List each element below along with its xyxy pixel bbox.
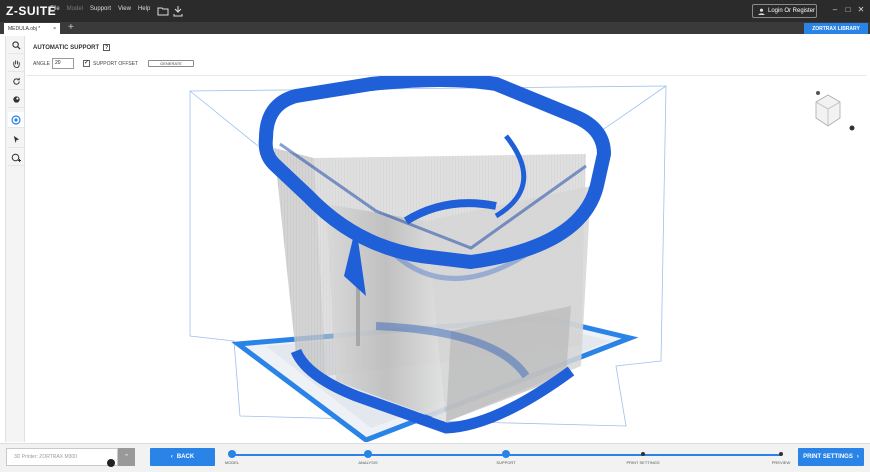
menu-file[interactable]: File bbox=[50, 6, 60, 12]
step-print-settings[interactable] bbox=[641, 452, 645, 456]
bottom-bar: 3D Printer: ZORTRAX M300 ⌃ ‹ BACK MODEL … bbox=[0, 443, 870, 472]
add-tab-icon[interactable]: + bbox=[68, 22, 74, 33]
support-icon bbox=[11, 114, 21, 125]
step-label-model: MODEL bbox=[224, 460, 240, 465]
tool-view[interactable] bbox=[8, 92, 24, 108]
support-offset-checkbox[interactable]: ✓ bbox=[83, 60, 90, 67]
tool-pan[interactable] bbox=[8, 56, 24, 72]
app-logo: Z-SUITE bbox=[6, 4, 57, 18]
search-icon bbox=[11, 41, 21, 50]
download-icon[interactable] bbox=[172, 5, 184, 17]
tool-zoom[interactable] bbox=[8, 38, 24, 54]
step-analysis[interactable] bbox=[364, 450, 372, 458]
tab-label: MEDULA.obj * bbox=[8, 25, 41, 32]
pointer-icon bbox=[13, 135, 19, 144]
tab-bar: MEDULA.obj * × + ZORTRAX LIBRARY bbox=[0, 22, 870, 34]
hand-icon bbox=[12, 60, 20, 68]
tab-close-icon[interactable]: × bbox=[53, 26, 56, 32]
printer-select[interactable]: 3D Printer: ZORTRAX M300 bbox=[6, 448, 118, 466]
help-icon[interactable]: ? bbox=[103, 44, 111, 51]
login-label: Login Or Register bbox=[768, 8, 816, 14]
minimize-icon[interactable]: ‒ bbox=[830, 5, 840, 14]
step-label-support: SUPPORT bbox=[496, 460, 516, 465]
title-bar: Z-SUITE File Model Support View Help Log… bbox=[0, 0, 870, 22]
tool-support[interactable] bbox=[8, 112, 24, 128]
angle-stepper[interactable]: 20 bbox=[52, 58, 74, 69]
step-preview[interactable] bbox=[779, 452, 783, 456]
rotate-icon bbox=[12, 77, 20, 85]
menu-bar: File Model Support View Help bbox=[50, 6, 150, 12]
back-label: BACK bbox=[176, 454, 195, 460]
menu-model: Model bbox=[66, 6, 84, 12]
automatic-support-panel: AUTOMATIC SUPPORT ? ANGLE 20 ✓ SUPPORT O… bbox=[26, 38, 866, 76]
menu-help[interactable]: Help bbox=[138, 6, 150, 12]
panel-title: AUTOMATIC SUPPORT ? bbox=[33, 44, 111, 51]
tool-select[interactable] bbox=[8, 132, 24, 148]
menu-support[interactable]: Support bbox=[90, 6, 111, 12]
step-model[interactable] bbox=[228, 450, 236, 458]
navigation-cube[interactable] bbox=[815, 91, 855, 131]
tool-add-support[interactable] bbox=[8, 150, 24, 166]
left-toolbar bbox=[5, 36, 25, 442]
maximize-icon[interactable]: □ bbox=[843, 5, 853, 14]
model-scene bbox=[189, 76, 855, 442]
support-offset-label: SUPPORT OFFSET bbox=[93, 61, 139, 67]
panel-title-text: AUTOMATIC SUPPORT bbox=[33, 44, 100, 51]
step-label-analysis: ANALYSIS bbox=[358, 460, 378, 465]
close-window-icon[interactable]: ✕ bbox=[856, 5, 866, 14]
printer-status-icon bbox=[107, 459, 115, 467]
print-settings-button[interactable]: PRINT SETTINGS › bbox=[798, 448, 864, 466]
zortrax-library-button[interactable]: ZORTRAX LIBRARY bbox=[804, 23, 868, 34]
view-icon bbox=[12, 96, 20, 103]
login-button[interactable]: Login Or Register bbox=[752, 4, 817, 18]
printer-dropdown-chevron-icon[interactable]: ⌃ bbox=[118, 448, 135, 466]
open-folder-icon[interactable] bbox=[157, 5, 169, 17]
tool-rotate[interactable] bbox=[8, 74, 24, 90]
add-support-icon bbox=[11, 153, 21, 162]
chevron-left-icon: ‹ bbox=[170, 454, 173, 460]
angle-label: ANGLE bbox=[33, 61, 50, 67]
generate-button[interactable]: GENERATE bbox=[148, 60, 194, 67]
print-settings-label: PRINT SETTINGS bbox=[803, 454, 853, 460]
step-support[interactable] bbox=[502, 450, 510, 458]
user-icon bbox=[758, 8, 765, 15]
menu-view[interactable]: View bbox=[118, 6, 131, 12]
tab-medula[interactable]: MEDULA.obj * × bbox=[4, 23, 60, 34]
chevron-right-icon: › bbox=[856, 454, 859, 460]
viewport-3d[interactable] bbox=[26, 76, 866, 442]
step-label-print-settings: PRINT SETTINGS bbox=[626, 460, 660, 465]
